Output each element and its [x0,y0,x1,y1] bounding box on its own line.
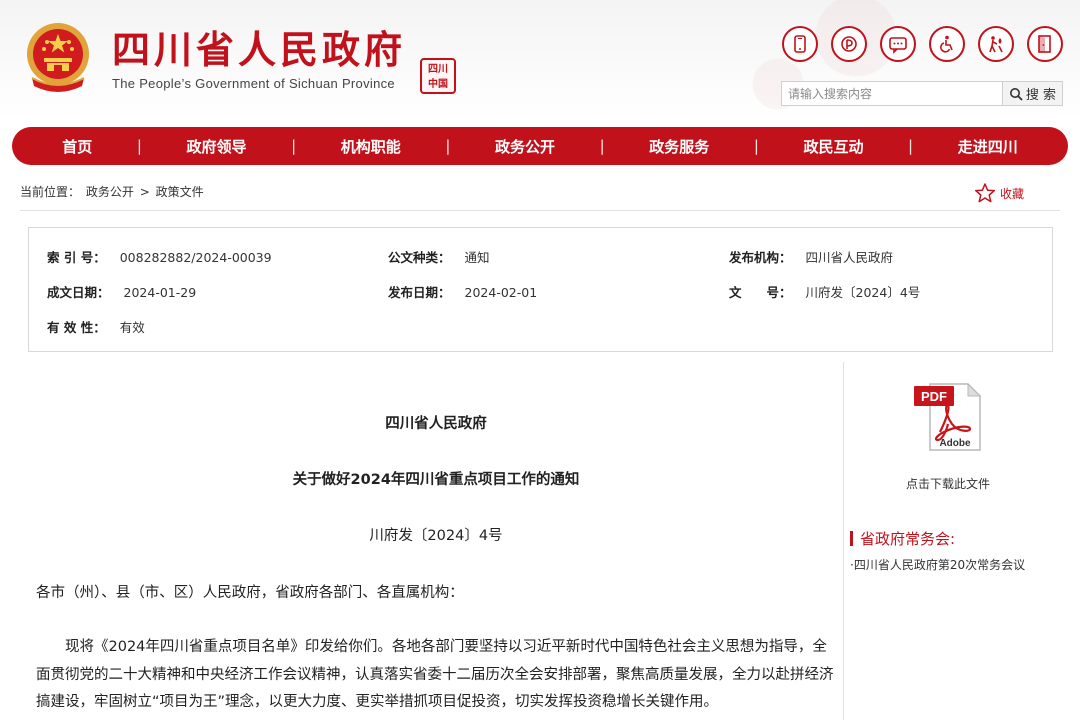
search-box: 搜 索 [781,81,1063,106]
nav-separator: | [291,137,297,155]
download-file-link[interactable]: 点击下载此文件 [846,475,1050,492]
right-sidebar: PDF Adobe 点击下载此文件 省政府常务会: ·四川省人民政府第20次常务… [846,362,1060,720]
breadcrumb-separator: > [139,185,150,199]
meta-published-label: 发布日期： [388,285,451,300]
meta-issuer: 发布机构： 四川省人民政府 [729,247,893,266]
national-emblem-icon [27,23,89,92]
meta-index-value: 008282882/2024-00039 [119,250,272,265]
meta-issuer-label: 发布机构： [729,250,792,265]
nav-separator: | [908,137,914,155]
pdf-label: PDF [921,389,947,404]
search-button-label: 搜 索 [1025,88,1057,103]
mobile-icon[interactable] [782,26,818,62]
meta-issuer-value: 四川省人民政府 [805,250,894,265]
meta-published: 发布日期： 2024-02-01 [388,282,537,301]
search-button[interactable]: 搜 索 [1002,82,1062,105]
sidebar-heading: 省政府常务会: [850,528,955,549]
article-doc-number: 川府发〔2024〕4号 [369,528,503,544]
meta-docno-label: 文 号： [729,285,792,300]
meta-validity-value: 有效 [119,320,145,335]
nav-item-public-affairs[interactable]: 政务公开 [495,136,555,157]
meta-index-label: 索 引 号： [47,250,106,265]
meta-type-value: 通知 [464,250,490,265]
nav-separator: | [753,137,759,155]
article-addressees: 各市（州）、县（市、区）人民政府，省政府各部门、各直属机构： [36,585,464,601]
meta-type: 公文种类： 通知 [388,247,490,266]
site-header: 四川省人民政府 The People’s Government of Sichu… [0,0,1080,120]
meta-docno-value: 川府发〔2024〕4号 [805,285,921,300]
document-meta-box: 索 引 号： 008282882/2024-00039 公文种类： 通知 发布机构：… [28,227,1053,352]
accessibility-icon[interactable] [929,26,965,62]
main-nav: 首页 | 政府领导 | 机构职能 | 政务公开 | 政务服务 | 政民互动 | … [12,127,1068,165]
chat-icon[interactable] [880,26,916,62]
sidebar-heading-text: 省政府常务会: [860,530,956,548]
article-issuing-org: 四川省人民政府 [385,416,487,432]
article-body-paragraph: 现将《2024年四川省重点项目名单》印发给你们。各地各部门要坚持以习近平新时代中… [36,639,834,710]
nav-item-interaction[interactable]: 政民互动 [803,136,863,157]
nav-item-home[interactable]: 首页 [62,136,92,157]
nav-separator: | [599,137,605,155]
meta-created-label: 成文日期： [47,285,110,300]
site-subtitle: The People’s Government of Sichuan Provi… [112,76,395,91]
search-input[interactable] [782,82,1002,105]
meta-created-value: 2024-01-29 [123,285,197,300]
exit-icon[interactable] [1027,26,1063,62]
sidebar-meeting-link[interactable]: ·四川省人民政府第20次常务会议 [850,556,1025,573]
breadcrumb: 当前位置： 政务公开 > 政策文件 [20,183,206,200]
search-icon [1009,87,1023,101]
nav-item-organizations[interactable]: 机构职能 [341,136,401,157]
nav-separator: | [136,137,142,155]
breadcrumb-policy-documents[interactable]: 政策文件 [156,185,204,199]
nav-separator: | [445,137,451,155]
tool-icon-bar [782,26,1063,62]
divider [20,210,1060,211]
nav-item-about-sichuan[interactable]: 走进四川 [958,136,1018,157]
meta-validity: 有 效 性： 有效 [47,317,145,336]
meta-validity-label: 有 效 性： [47,320,106,335]
site-title: 四川省人民政府 [112,28,407,72]
weibo-icon[interactable] [831,26,867,62]
elderly-care-icon[interactable] [978,26,1014,62]
pdf-download-icon[interactable]: PDF Adobe [912,380,986,454]
article-title: 关于做好2024年四川省重点项目工作的通知 [292,472,580,488]
seal-logo: 四川 中国 [420,58,456,94]
meta-index: 索 引 号： 008282882/2024-00039 [47,247,272,266]
meta-type-label: 公文种类： [388,250,451,265]
heading-accent-bar [850,531,853,546]
favorite-label: 收藏 [1000,186,1025,201]
star-icon [974,183,996,203]
breadcrumb-prefix: 当前位置： [20,185,81,199]
breadcrumb-public-affairs[interactable]: 政务公开 [86,185,134,199]
adobe-label: Adobe [939,438,971,449]
meta-created: 成文日期： 2024-01-29 [47,282,196,301]
favorite-button[interactable]: 收藏 [974,182,1024,204]
article-content: 四川省人民政府 关于做好2024年四川省重点项目工作的通知 川府发〔2024〕4… [28,362,844,720]
nav-item-services[interactable]: 政务服务 [649,136,709,157]
meta-docno: 文 号： 川府发〔2024〕4号 [729,282,920,301]
nav-item-leaders[interactable]: 政府领导 [187,136,247,157]
meta-published-value: 2024-02-01 [464,285,538,300]
